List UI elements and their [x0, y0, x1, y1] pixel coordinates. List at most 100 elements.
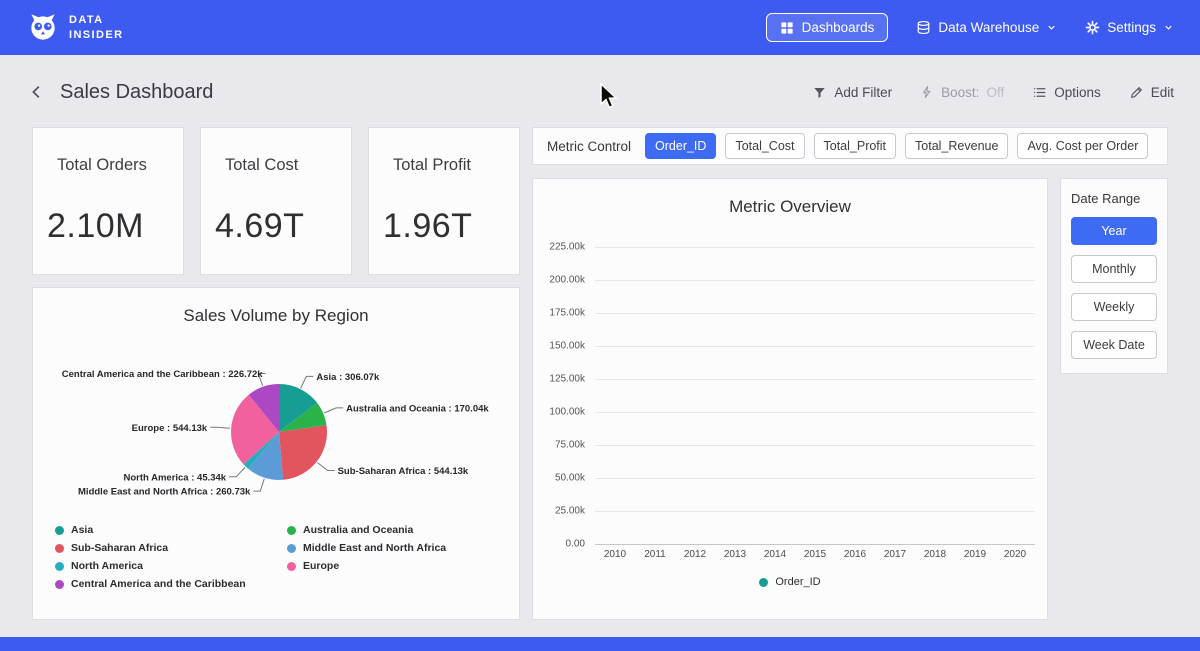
pie-label-sub-saharan-africa: Sub-Saharan Africa : 544.13k — [338, 466, 469, 477]
pencil-icon — [1129, 85, 1144, 100]
kpi-row: Total Orders 2.10M Total Cost 4.69T Tota… — [32, 127, 520, 275]
legend-label: Australia and Oceania — [303, 524, 413, 536]
kpi-value: 2.10M — [47, 207, 169, 246]
date-range-week-date[interactable]: Week Date — [1071, 331, 1157, 359]
pie-callout-line — [324, 408, 343, 413]
pie-label-middle-east-and-north-africa: Middle East and North Africa : 260.73k — [78, 487, 251, 498]
metric-chip-total-revenue[interactable]: Total_Revenue — [905, 133, 1008, 159]
pie-label-north-america: North America : 45.34k — [123, 472, 226, 483]
app-root: DATA INSIDER Dashboards D — [0, 0, 1200, 651]
metric-control-label: Metric Control — [547, 139, 631, 154]
edit-button[interactable]: Edit — [1129, 85, 1174, 100]
x-tick-label: 2014 — [755, 549, 795, 560]
y-tick-label: 150.00k — [549, 341, 585, 352]
data-warehouse-menu[interactable]: Data Warehouse — [916, 20, 1057, 35]
legend-item-middle-east-and-north-africa: Middle East and North Africa — [287, 542, 446, 554]
kpi-label: Total Cost — [215, 156, 337, 175]
y-tick-label: 100.00k — [549, 407, 585, 418]
pie-svg: Asia : 306.07k Australia and Oceania : 17… — [33, 340, 521, 522]
settings-menu[interactable]: Settings — [1085, 20, 1174, 35]
legend-label: Asia — [71, 524, 93, 536]
brand-line2: INSIDER — [69, 28, 123, 43]
x-tick-label: 2018 — [915, 549, 955, 560]
x-tick-label: 2020 — [995, 549, 1035, 560]
legend-item-sub-saharan-africa: Sub-Saharan Africa — [55, 542, 287, 554]
date-range-label: Date Range — [1071, 191, 1157, 206]
bar-legend-label: Order_ID — [775, 576, 820, 588]
page-header: Sales Dashboard Add Filter Boost: Off — [26, 72, 1174, 112]
bar-xlabels: 2010201120122013201420152016201720182019… — [595, 549, 1035, 560]
kpi-value: 4.69T — [215, 207, 337, 246]
x-tick-label: 2010 — [595, 549, 635, 560]
legend-item-north-america: North America — [55, 560, 287, 572]
navbar-actions: Dashboards Data Warehouse — [766, 13, 1174, 42]
pie-label-asia: Asia : 306.07k — [316, 372, 380, 383]
kpi-card-total-cost: Total Cost 4.69T — [200, 127, 352, 275]
header-actions: Add Filter Boost: Off Options — [812, 85, 1174, 100]
legend-dot — [287, 526, 296, 535]
pie-label-australia-and-oceania: Australia and Oceania : 170.04k — [346, 403, 489, 414]
boost-label: Boost: — [941, 85, 979, 100]
lightning-bolt-icon — [920, 85, 934, 99]
legend-label: Central America and the Caribbean — [71, 578, 246, 590]
metric-chip-total-profit[interactable]: Total_Profit — [814, 133, 897, 159]
pie-callout-line — [301, 376, 314, 388]
brand-text: DATA INSIDER — [69, 13, 123, 43]
date-range-weekly[interactable]: Weekly — [1071, 293, 1157, 321]
pie-callout-line — [210, 427, 230, 428]
chevron-left-icon — [28, 83, 46, 101]
y-tick-label: 175.00k — [549, 307, 585, 318]
back-button[interactable] — [26, 81, 48, 103]
dashboards-button[interactable]: Dashboards — [766, 13, 889, 42]
gridline — [595, 544, 1035, 545]
legend-label: Sub-Saharan Africa — [71, 542, 168, 554]
metric-control-bar: Metric Control Order_ID Total_Cost Total_P… — [532, 127, 1168, 165]
dashboard-grid-icon — [780, 21, 794, 35]
pie-label-europe: Europe : 544.13k — [132, 423, 208, 434]
bar-legend: Order_ID — [533, 576, 1047, 588]
kpi-card-total-orders: Total Orders 2.10M — [32, 127, 184, 275]
chevron-down-icon — [1163, 22, 1174, 33]
legend-dot — [55, 544, 64, 553]
legend-dot — [287, 544, 296, 553]
legend-dot — [55, 580, 64, 589]
pie-chart-title: Sales Volume by Region — [33, 306, 519, 326]
x-tick-label: 2016 — [835, 549, 875, 560]
date-range-monthly[interactable]: Monthly — [1071, 255, 1157, 283]
pie-legend: Asia Sub-Saharan Africa North America Centr… — [33, 524, 519, 590]
owl-logo-icon — [26, 11, 60, 45]
y-tick-label: 50.00k — [555, 473, 585, 484]
metric-control-buttons: Order_ID Total_Cost Total_Profit Total_Reve… — [645, 133, 1148, 159]
options-button[interactable]: Options — [1032, 85, 1101, 100]
metric-overview-card: Metric Overview 225.00k200.00k175.00k150… — [532, 178, 1048, 620]
chevron-down-icon — [1046, 22, 1057, 33]
metric-chip-order-id[interactable]: Order_ID — [645, 133, 716, 159]
bar-chart-title: Metric Overview — [533, 197, 1047, 217]
boost-toggle[interactable]: Boost: Off — [920, 85, 1004, 100]
date-range-buttons: Year Monthly Weekly Week Date — [1071, 217, 1157, 359]
pie-slice-sub-saharan-africa[interactable] — [279, 425, 327, 480]
brand-line1: DATA — [69, 13, 123, 28]
bar-plot-area: 225.00k200.00k175.00k150.00k125.00k100.0… — [543, 247, 1037, 544]
y-tick-label: 75.00k — [555, 440, 585, 451]
bar-legend-dot — [759, 578, 768, 587]
legend-item-australia-and-oceania: Australia and Oceania — [287, 524, 446, 536]
legend-item-asia: Asia — [55, 524, 287, 536]
pie-callout-line — [253, 479, 264, 491]
pie-callout-line — [229, 467, 245, 476]
dashboards-label: Dashboards — [802, 20, 875, 35]
pie-label-central-america-and-the-caribbean: Central America and the Caribbean : 226.… — [62, 369, 264, 380]
add-filter-button[interactable]: Add Filter — [812, 85, 892, 100]
gear-icon — [1085, 20, 1100, 35]
legend-dot — [287, 562, 296, 571]
metric-chip-avg-cost-per-order[interactable]: Avg. Cost per Order — [1017, 133, 1148, 159]
legend-label: Middle East and North Africa — [303, 542, 446, 554]
metric-chip-total-cost[interactable]: Total_Cost — [725, 133, 804, 159]
bar-bars — [595, 247, 1035, 544]
database-icon — [916, 20, 931, 35]
legend-label: Europe — [303, 560, 339, 572]
legend-dot — [55, 526, 64, 535]
date-range-year[interactable]: Year — [1071, 217, 1157, 245]
top-navbar: DATA INSIDER Dashboards D — [0, 0, 1200, 55]
x-tick-label: 2013 — [715, 549, 755, 560]
